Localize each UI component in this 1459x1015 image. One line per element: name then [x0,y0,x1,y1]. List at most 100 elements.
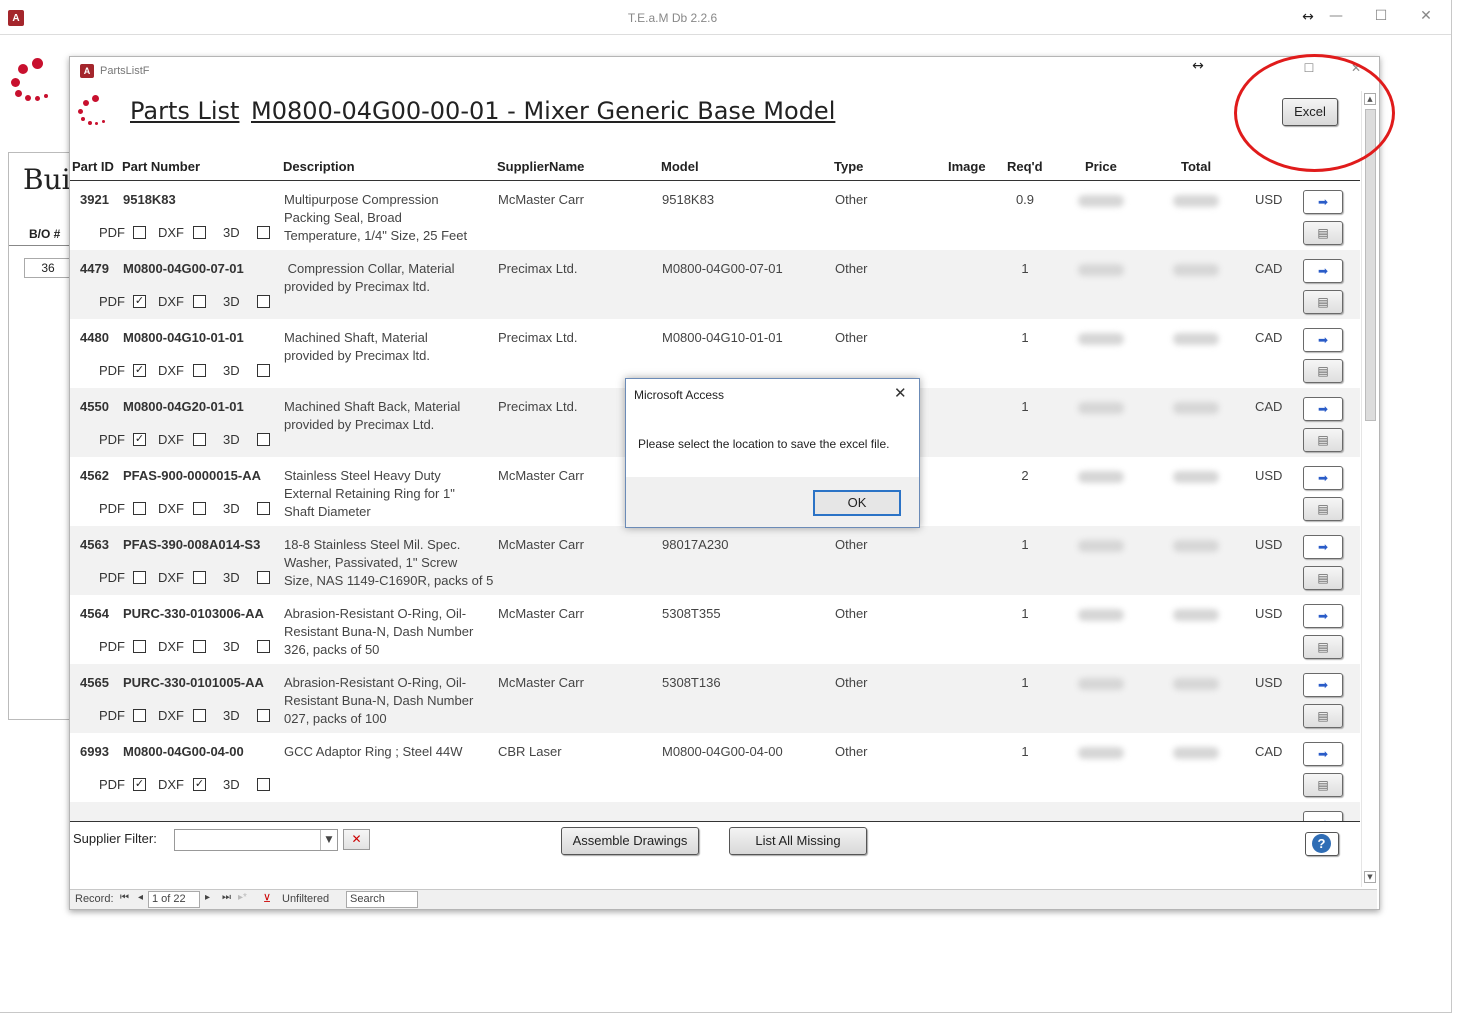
dxf-checkbox[interactable] [193,433,206,446]
details-button[interactable]: ▤ [1303,497,1343,521]
pdf-checkbox[interactable]: ✓ [133,778,146,791]
dxf-checkbox[interactable] [193,502,206,515]
col-header-supplier[interactable]: SupplierName [497,159,584,174]
prev-record-icon[interactable]: ◂ [138,892,143,903]
page-title: Parts List [130,97,240,125]
details-button[interactable]: ▤ [1303,428,1343,452]
assemble-drawings-button[interactable]: Assemble Drawings [561,827,699,855]
pdf-checkbox[interactable] [133,502,146,515]
open-part-button[interactable]: ➡ [1303,742,1343,766]
dxf-checkbox[interactable] [193,709,206,722]
details-button[interactable]: ▤ [1303,704,1343,728]
details-button[interactable]: ▤ [1303,773,1343,797]
maximize-button[interactable]: ☐ [1371,8,1391,24]
table-row[interactable]: 4564 PURC-330-0103006-AA Abrasion-Resistan… [70,595,1360,664]
form-resize-icon[interactable]: ↔ [1188,58,1208,74]
col-header-model[interactable]: Model [661,159,699,174]
dxf-checkbox[interactable] [193,364,206,377]
minimize-button[interactable]: — [1326,8,1346,24]
table-row[interactable]: 3921 9518K83 Multipurpose Compression Packi… [70,181,1360,250]
3d-checkbox[interactable] [257,571,270,584]
col-header-part-id[interactable]: Part ID [72,159,114,174]
scroll-down-icon[interactable]: ▼ [1364,871,1376,883]
description-line: GCC Adaptor Ring ; Steel 44W [284,744,463,759]
pdf-checkbox[interactable]: ✓ [133,295,146,308]
table-row[interactable]: 4479 M0800-04G00-07-01 Compression Collar… [70,250,1360,319]
3d-checkbox[interactable] [257,226,270,239]
currency-cell: USD [1255,468,1283,483]
3d-checkbox[interactable] [257,640,270,653]
dxf-checkbox[interactable] [193,226,206,239]
vertical-scrollbar[interactable]: ▲ ▼ [1361,91,1378,887]
filter-icon[interactable]: ⊻ [263,892,271,905]
help-button[interactable]: ? [1305,832,1339,856]
currency-cell: USD [1255,675,1283,690]
col-header-description[interactable]: Description [283,159,355,174]
supplier-filter-combo[interactable]: ▼ [174,829,338,851]
price-redacted [1078,264,1124,276]
pdf-checkbox[interactable]: ✓ [133,364,146,377]
table-row-partial[interactable]: ➡ [70,802,1360,821]
col-header-image[interactable]: Image [948,159,986,174]
col-header-part-number[interactable]: Part Number [122,159,200,174]
type-cell: Other [835,744,868,759]
3d-checkbox[interactable] [257,502,270,515]
pdf-checkbox[interactable] [133,571,146,584]
col-header-reqd[interactable]: Req'd [1007,159,1043,174]
col-header-price[interactable]: Price [1085,159,1117,174]
open-part-button[interactable]: ➡ [1303,604,1343,628]
dialog-close-icon[interactable]: ✕ [894,384,907,402]
arrow-right-icon: ➡ [1317,471,1329,485]
close-button[interactable]: ✕ [1416,8,1436,24]
details-button[interactable]: ▤ [1303,359,1343,383]
resize-icon[interactable]: ↔ [1298,9,1318,25]
next-record-icon[interactable]: ▸ [205,892,210,903]
list-all-missing-button[interactable]: List All Missing [729,827,867,855]
3d-checkbox[interactable] [257,709,270,722]
3d-checkbox[interactable] [257,433,270,446]
dxf-checkbox[interactable]: ✓ [193,778,206,791]
3d-checkbox[interactable] [257,778,270,791]
details-button[interactable]: ▤ [1303,221,1343,245]
3d-checkbox[interactable] [257,295,270,308]
ok-button[interactable]: OK [813,490,901,516]
record-number-field[interactable]: 1 of 22 [148,891,200,908]
part-number-cell: PFAS-900-0000015-AA [123,468,262,483]
open-part-button[interactable]: ➡ [1303,259,1343,283]
open-part-button[interactable]: ➡ [1303,328,1343,352]
chevron-down-icon[interactable]: ▼ [320,830,337,850]
table-row[interactable]: 6993 M0800-04G00-04-00 GCC Adaptor Ring ; … [70,733,1360,802]
details-button[interactable]: ▤ [1303,635,1343,659]
table-row[interactable]: 4565 PURC-330-0101005-AA Abrasion-Resistan… [70,664,1360,733]
dxf-checkbox[interactable] [193,640,206,653]
part-id-cell: 4550 [80,399,109,414]
table-row[interactable]: 4563 PFAS-390-008A014-S3 18-8 Stainless St… [70,526,1360,595]
dxf-checkbox[interactable] [193,571,206,584]
pdf-checkbox[interactable] [133,226,146,239]
open-part-button[interactable]: ➡ [1303,397,1343,421]
currency-cell: CAD [1255,330,1283,345]
part-number-cell: M0800-04G10-01-01 [123,330,244,345]
first-record-icon[interactable]: ⏮ [120,892,129,903]
col-header-type[interactable]: Type [834,159,863,174]
annotation-circle [1234,54,1395,172]
open-part-button[interactable]: ➡ [1303,190,1343,214]
pdf-checkbox[interactable] [133,640,146,653]
filter-status[interactable]: Unfiltered [282,893,329,905]
details-button[interactable]: ▤ [1303,290,1343,314]
search-input[interactable]: Search [346,891,418,908]
open-part-button[interactable]: ➡ [1303,466,1343,490]
new-record-icon[interactable]: ▸* [238,892,247,903]
open-part-button[interactable]: ➡ [1303,535,1343,559]
clear-filter-button[interactable]: ✕ [343,829,370,850]
3d-checkbox[interactable] [257,364,270,377]
details-button[interactable]: ▤ [1303,566,1343,590]
open-part-button[interactable]: ➡ [1303,811,1343,821]
pdf-checkbox[interactable] [133,709,146,722]
last-record-icon[interactable]: ⏭ [222,892,231,903]
bo-value-field[interactable]: 36 [24,258,72,278]
col-header-total[interactable]: Total [1181,159,1211,174]
dxf-checkbox[interactable] [193,295,206,308]
pdf-checkbox[interactable]: ✓ [133,433,146,446]
open-part-button[interactable]: ➡ [1303,673,1343,697]
